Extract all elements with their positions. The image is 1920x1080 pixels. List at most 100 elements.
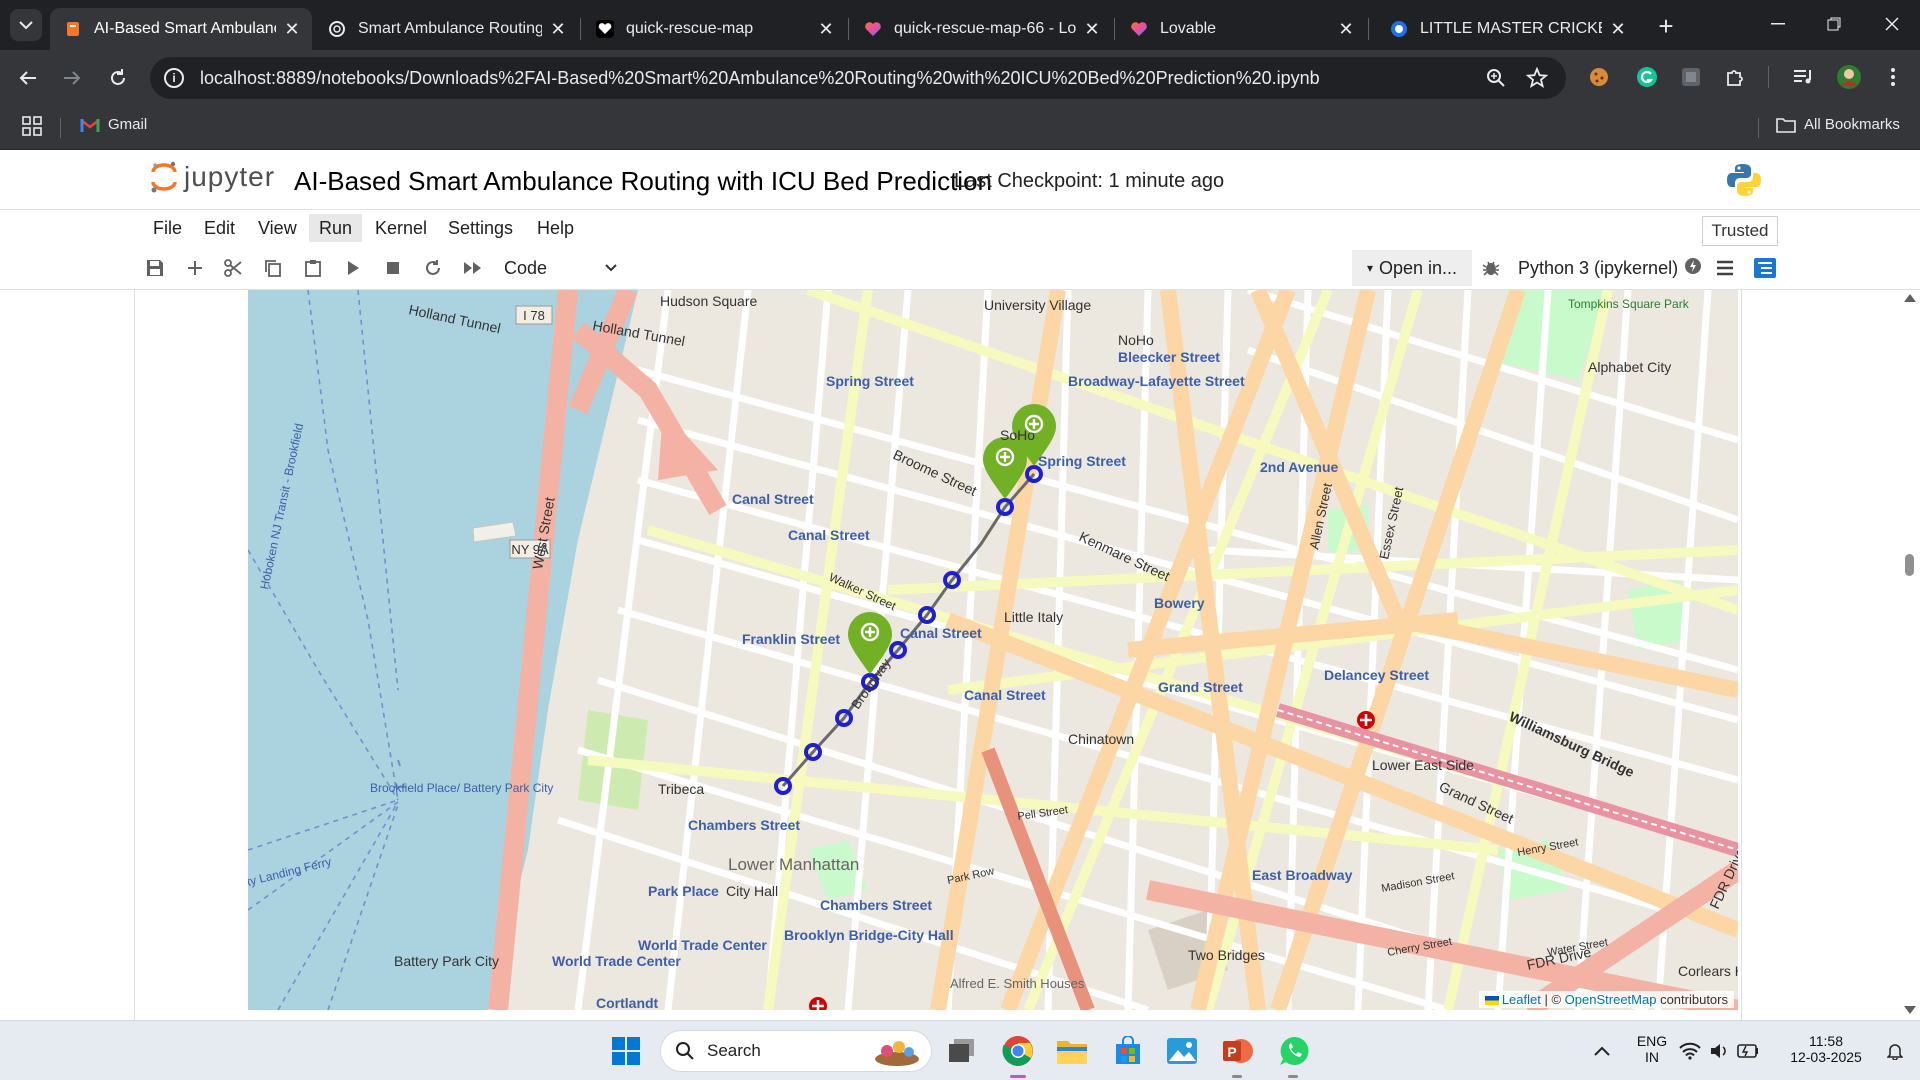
menu-list-button[interactable] bbox=[1710, 254, 1740, 282]
clock[interactable]: 11:58 12-03-2025 bbox=[1774, 1033, 1878, 1065]
bookmark-label: All Bookmarks bbox=[1804, 116, 1900, 133]
label-east-broadway: East Broadway bbox=[1252, 867, 1353, 883]
label-university-village: University Village bbox=[984, 297, 1091, 313]
close-icon[interactable]: ✕ bbox=[1336, 19, 1356, 39]
extensions-puzzle-icon[interactable] bbox=[1720, 62, 1750, 92]
tab-quick-rescue-map[interactable]: quick-rescue-map ✕ bbox=[582, 8, 846, 50]
leaflet-map[interactable]: I 78 NY 9A Hudson Square Holland Tunnel … bbox=[248, 290, 1738, 1010]
start-button[interactable] bbox=[606, 1031, 646, 1071]
run-cell-button[interactable] bbox=[338, 254, 368, 282]
tab-search-button[interactable] bbox=[10, 9, 42, 41]
label-canal-street: Canal Street bbox=[732, 491, 814, 507]
notebook-panel[interactable]: I 78 NY 9A Hudson Square Holland Tunnel … bbox=[0, 290, 1920, 1020]
heart-favicon bbox=[596, 20, 614, 38]
osm-link[interactable]: OpenStreetMap bbox=[1565, 992, 1657, 1007]
tab-lovable[interactable]: Lovable ✕ bbox=[1116, 8, 1366, 50]
back-button[interactable] bbox=[12, 62, 44, 94]
zoom-icon[interactable] bbox=[1486, 68, 1506, 93]
taskbar-photos[interactable] bbox=[1162, 1031, 1202, 1071]
bookmark-star-icon[interactable] bbox=[1525, 66, 1549, 94]
paste-button[interactable] bbox=[298, 254, 328, 282]
bookmark-gmail[interactable]: Gmail bbox=[80, 116, 147, 133]
extension-box-icon[interactable] bbox=[1676, 62, 1706, 92]
close-icon[interactable]: ✕ bbox=[282, 19, 302, 39]
notebook-scrollbar[interactable] bbox=[1900, 290, 1920, 1020]
restart-kernel-button[interactable] bbox=[418, 254, 448, 282]
clock-time: 11:58 bbox=[1809, 1033, 1843, 1049]
label-little-italy: Little Italy bbox=[1004, 609, 1063, 625]
extension-cookie-icon[interactable] bbox=[1584, 62, 1614, 92]
scroll-down-arrow[interactable] bbox=[1904, 1006, 1916, 1014]
map-canvas[interactable]: I 78 NY 9A Hudson Square Holland Tunnel … bbox=[248, 290, 1738, 1010]
restart-run-all-button[interactable] bbox=[458, 254, 488, 282]
insert-cell-button[interactable] bbox=[180, 254, 210, 282]
reload-button[interactable] bbox=[102, 62, 134, 94]
new-tab-button[interactable]: + bbox=[1652, 11, 1680, 41]
tab-little-master-cricket[interactable]: LITTLE MASTER CRICKET - ✕ bbox=[1376, 8, 1638, 50]
debugger-button[interactable] bbox=[1476, 254, 1506, 282]
battery-icon[interactable] bbox=[1734, 1031, 1762, 1071]
kernel-name[interactable]: Python 3 (ipykernel) bbox=[1518, 258, 1678, 279]
cell-type-select[interactable]: Code bbox=[504, 254, 618, 282]
plus-icon bbox=[188, 261, 202, 275]
grammarly-icon[interactable] bbox=[1632, 62, 1662, 92]
notebook-toolbar: Code ▾ Open in... Python 3 (ipykernel) bbox=[0, 246, 1920, 290]
taskbar-whatsapp[interactable] bbox=[1274, 1031, 1314, 1071]
language-indicator[interactable]: ENG IN bbox=[1632, 1033, 1672, 1065]
minimize-button[interactable] bbox=[1758, 6, 1798, 42]
menu-kernel[interactable]: Kernel bbox=[365, 214, 437, 242]
hamburger-icon bbox=[1717, 260, 1733, 276]
tab-quick-rescue-map-66[interactable]: quick-rescue-map-66 - Lov ✕ bbox=[850, 8, 1112, 50]
menu-run[interactable]: Run bbox=[309, 214, 363, 242]
copy-button[interactable] bbox=[258, 254, 288, 282]
menu-help[interactable]: Help bbox=[527, 214, 584, 242]
forward-button[interactable] bbox=[56, 62, 88, 94]
notifications-button[interactable] bbox=[1880, 1031, 1910, 1071]
close-icon[interactable]: ✕ bbox=[1082, 19, 1102, 39]
profile-avatar[interactable] bbox=[1834, 62, 1864, 92]
apps-grid-icon[interactable] bbox=[22, 116, 42, 136]
taskbar-store[interactable] bbox=[1108, 1031, 1148, 1071]
close-window-button[interactable] bbox=[1872, 6, 1912, 42]
tray-overflow-button[interactable] bbox=[1582, 1031, 1622, 1071]
taskbar-powerpoint[interactable]: P bbox=[1218, 1031, 1258, 1071]
table-of-contents-button[interactable] bbox=[1750, 254, 1780, 282]
tab-jupyter[interactable]: AI-Based Smart Ambulanc ✕ bbox=[50, 8, 312, 50]
close-icon[interactable]: ✕ bbox=[816, 19, 836, 39]
cut-button[interactable] bbox=[218, 254, 248, 282]
leaflet-link[interactable]: Leaflet bbox=[1502, 992, 1541, 1007]
label-lower-manhattan: Lower Manhattan bbox=[728, 855, 859, 874]
media-queue-icon[interactable] bbox=[1788, 62, 1818, 92]
chrome-menu-button[interactable] bbox=[1878, 62, 1908, 92]
address-bar[interactable]: i localhost:8889/notebooks/Downloads%2FA… bbox=[150, 57, 1566, 99]
menu-settings[interactable]: Settings bbox=[438, 214, 523, 242]
scroll-thumb[interactable] bbox=[1905, 554, 1914, 576]
menu-view[interactable]: View bbox=[248, 214, 307, 242]
taskbar-search[interactable]: Search bbox=[660, 1030, 932, 1072]
close-icon[interactable]: ✕ bbox=[1608, 19, 1628, 39]
volume-icon[interactable] bbox=[1706, 1031, 1734, 1071]
menu-edit[interactable]: Edit bbox=[194, 214, 245, 242]
tab-title: quick-rescue-map-66 - Lov bbox=[894, 20, 1076, 37]
menu-file[interactable]: File bbox=[143, 214, 192, 242]
restore-button[interactable] bbox=[1814, 6, 1854, 42]
taskbar-chrome[interactable] bbox=[998, 1031, 1038, 1071]
taskbar-file-explorer[interactable] bbox=[1052, 1031, 1092, 1071]
attribution-contributors: contributors bbox=[1656, 992, 1728, 1007]
all-bookmarks-button[interactable]: All Bookmarks bbox=[1776, 116, 1900, 133]
scroll-up-arrow[interactable] bbox=[1904, 294, 1916, 302]
wifi-icon[interactable] bbox=[1676, 1031, 1704, 1071]
jupyter-logo[interactable]: jupyter bbox=[150, 160, 275, 194]
trusted-badge[interactable]: Trusted bbox=[1702, 216, 1778, 246]
label-tompkins-park: Tompkins Square Park bbox=[1568, 297, 1690, 311]
notebook-title[interactable]: AI-Based Smart Ambulance Routing with IC… bbox=[294, 166, 992, 197]
close-icon[interactable]: ✕ bbox=[548, 19, 568, 39]
site-info-icon[interactable]: i bbox=[164, 68, 184, 88]
search-label: Search bbox=[707, 1041, 761, 1060]
open-in-button[interactable]: ▾ Open in... bbox=[1352, 250, 1472, 286]
tab-smart-ambulance[interactable]: Smart Ambulance Routing ✕ bbox=[314, 8, 578, 50]
save-button[interactable] bbox=[140, 254, 170, 282]
label-grand-street: Grand Street bbox=[1158, 679, 1243, 695]
interrupt-kernel-button[interactable] bbox=[378, 254, 408, 282]
task-view-button[interactable] bbox=[942, 1031, 982, 1071]
